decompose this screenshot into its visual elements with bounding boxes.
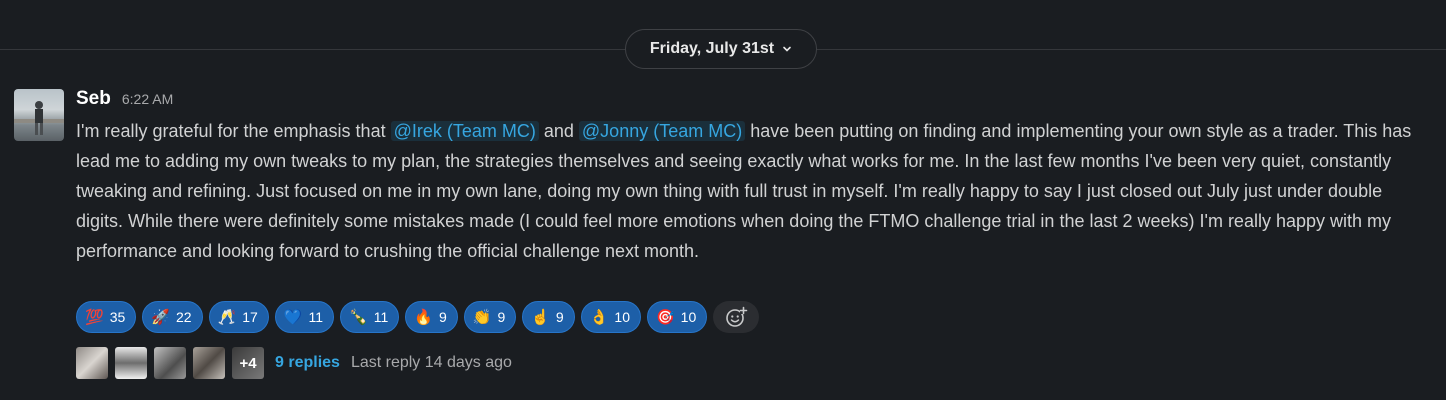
reaction-ok-hand[interactable]: 👌 10 bbox=[580, 301, 641, 333]
clap-emoji-icon: 👏 bbox=[472, 309, 492, 326]
reply-avatar[interactable] bbox=[76, 347, 108, 379]
reaction-count: 11 bbox=[373, 309, 389, 325]
reaction-rocket[interactable]: 🚀 22 bbox=[142, 301, 203, 333]
message-text-part: I'm really grateful for the emphasis tha… bbox=[76, 121, 391, 141]
chevron-down-icon bbox=[783, 46, 791, 52]
message-text-part: and bbox=[538, 121, 579, 141]
message: Seb 6:22 AM I'm really grateful for the … bbox=[76, 88, 1426, 266]
reaction-count: 9 bbox=[438, 309, 447, 325]
dart-emoji-icon: 🎯 bbox=[655, 309, 675, 326]
reaction-clap[interactable]: 👏 9 bbox=[463, 301, 517, 333]
author-avatar[interactable] bbox=[14, 89, 64, 141]
message-text-part: have been putting on finding and impleme… bbox=[76, 121, 1412, 261]
fire-emoji-icon: 🔥 bbox=[414, 309, 433, 326]
blue-heart-emoji-icon: 💙 bbox=[283, 309, 303, 326]
mention-jonny[interactable]: @Jonny (Team MC) bbox=[578, 121, 746, 141]
champagne-emoji-icon: 🍾 bbox=[349, 309, 368, 326]
reaction-100[interactable]: 💯 35 bbox=[76, 301, 137, 333]
reaction-count: 35 bbox=[109, 309, 126, 325]
reply-avatar[interactable] bbox=[115, 347, 147, 379]
reaction-champagne[interactable]: 🍾 11 bbox=[340, 301, 400, 333]
reaction-count: 11 bbox=[308, 309, 324, 325]
reaction-blue-heart[interactable]: 💙 11 bbox=[274, 301, 335, 333]
thread-summary[interactable]: +4 9 replies Last reply 14 days ago bbox=[76, 347, 512, 379]
author-name[interactable]: Seb bbox=[76, 88, 111, 110]
clinking-glasses-emoji-icon: 🥂 bbox=[217, 309, 237, 326]
more-repliers-badge[interactable]: +4 bbox=[232, 347, 264, 379]
reactions-bar: 💯 35 🚀 22 🥂 17 💙 11 🍾 11 🔥 9 👏 9 ☝️ 9 👌 10 🎯 10 bbox=[76, 301, 760, 333]
hundred-emoji-icon: 💯 bbox=[85, 309, 104, 326]
reaction-count: 22 bbox=[175, 309, 192, 325]
person-silhouette-icon bbox=[14, 101, 64, 135]
reaction-point-up[interactable]: ☝️ 9 bbox=[522, 301, 575, 333]
reaction-clinking-glasses[interactable]: 🥂 17 bbox=[208, 301, 269, 333]
reaction-count: 9 bbox=[555, 309, 564, 325]
last-reply-time: Last reply 14 days ago bbox=[350, 354, 512, 371]
message-view: Friday, July 31st Seb 6:22 AM I'm really… bbox=[0, 0, 1446, 400]
reaction-fire[interactable]: 🔥 9 bbox=[405, 301, 458, 333]
view-replies-link[interactable]: 9 replies bbox=[275, 354, 340, 372]
reaction-count: 10 bbox=[614, 309, 630, 325]
message-timestamp[interactable]: 6:22 AM bbox=[122, 91, 173, 107]
add-reaction-button[interactable] bbox=[713, 301, 760, 333]
date-label: Friday, July 31st bbox=[649, 40, 775, 57]
reply-avatar[interactable] bbox=[154, 347, 186, 379]
reply-avatar[interactable] bbox=[193, 347, 225, 379]
message-body: I'm really grateful for the emphasis tha… bbox=[76, 116, 1426, 266]
reaction-count: 9 bbox=[497, 309, 506, 325]
ok-hand-emoji-icon: 👌 bbox=[589, 309, 609, 326]
date-jump-button[interactable]: Friday, July 31st bbox=[625, 29, 817, 69]
add-emoji-icon bbox=[726, 306, 749, 327]
reaction-count: 17 bbox=[242, 309, 258, 325]
reaction-dart[interactable]: 🎯 10 bbox=[646, 301, 708, 333]
rocket-emoji-icon: 🚀 bbox=[151, 309, 170, 326]
mention-irek[interactable]: @Irek (Team MC) bbox=[390, 121, 539, 141]
point-up-emoji-icon: ☝️ bbox=[531, 309, 550, 326]
reaction-count: 10 bbox=[680, 309, 697, 325]
